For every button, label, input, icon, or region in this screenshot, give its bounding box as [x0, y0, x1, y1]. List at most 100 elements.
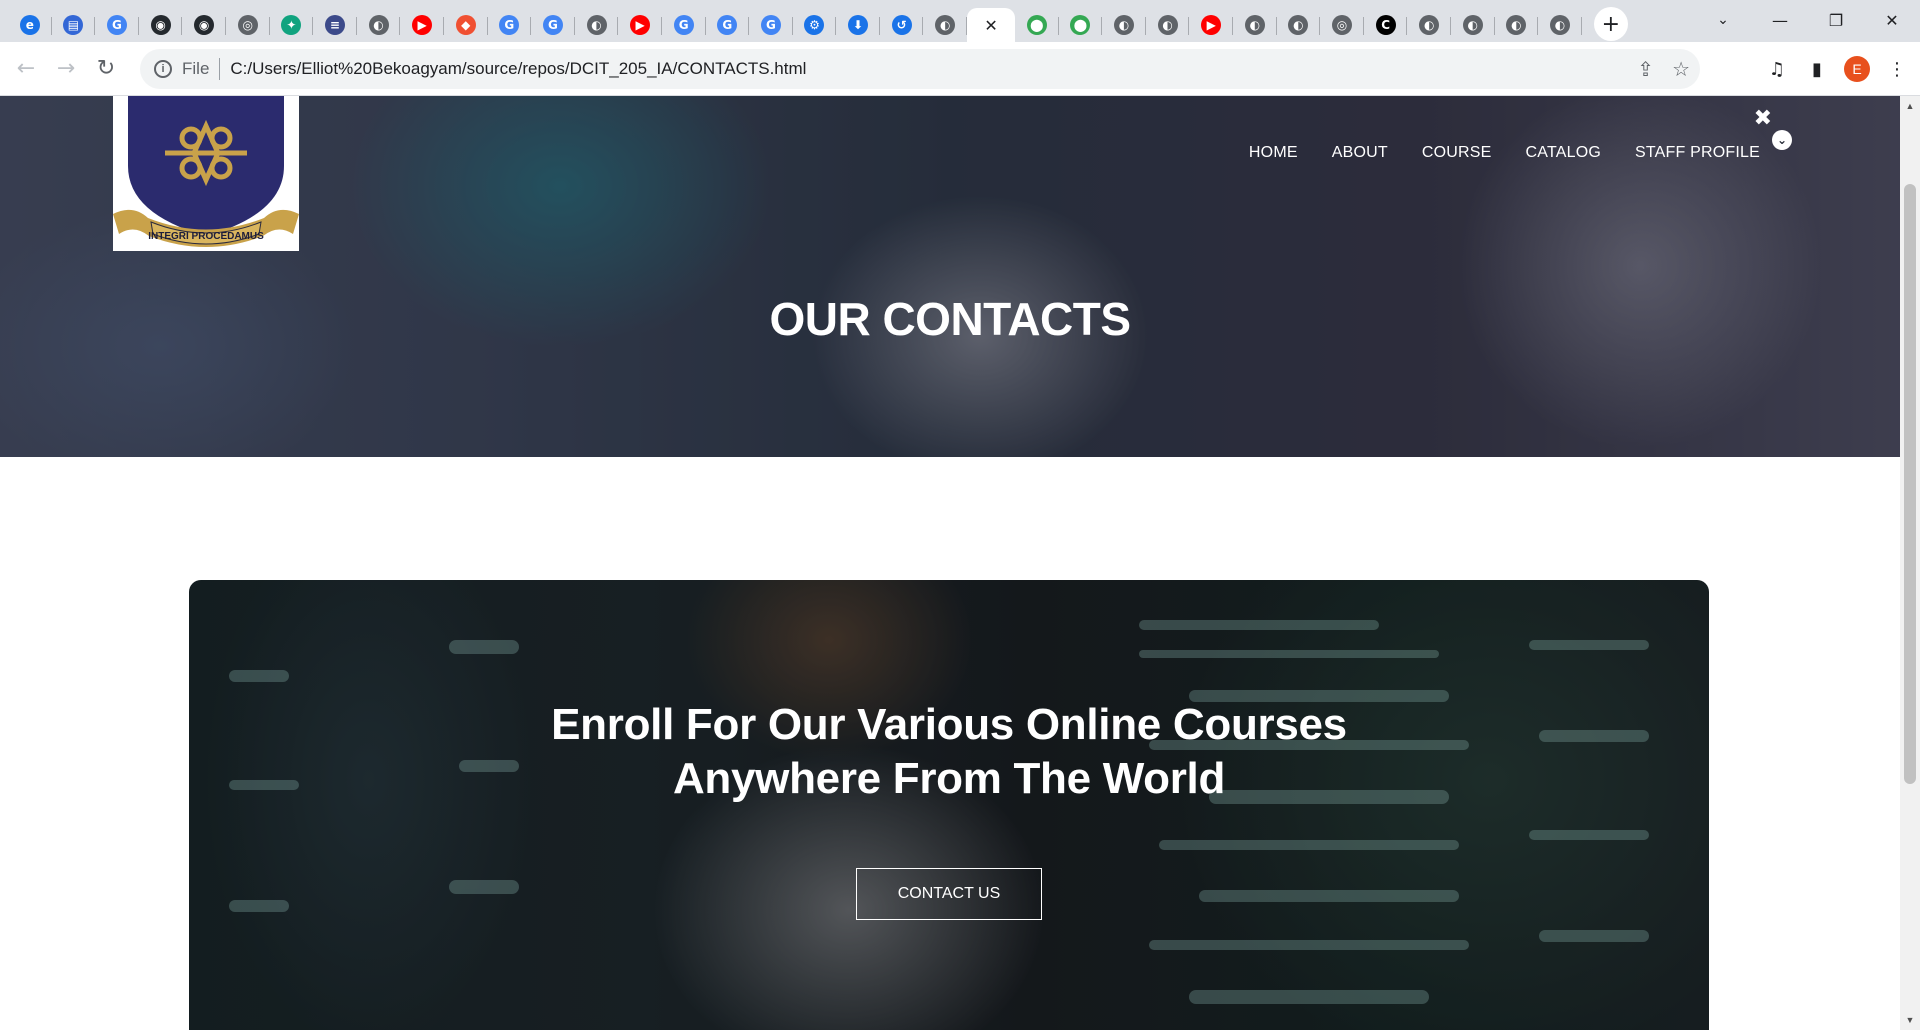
browser-tab[interactable]: ◐ [1102, 8, 1146, 42]
restore-button[interactable]: ❐ [1808, 0, 1864, 40]
settings-icon: ⚙ [804, 15, 825, 35]
globe-icon: ◐ [935, 15, 956, 35]
browser-tab[interactable]: ◐ [357, 8, 401, 42]
browser-tab[interactable]: ◐ [1277, 8, 1321, 42]
globe-icon: ◐ [1114, 15, 1135, 35]
scroll-thumb[interactable] [1904, 184, 1916, 784]
browser-tab[interactable]: ◎ [226, 8, 270, 42]
browser-tab[interactable]: ◉ [139, 8, 183, 42]
edge-icon: e [19, 15, 40, 35]
maps-icon: ⬤ [1070, 15, 1091, 35]
browser-tab[interactable]: ▶ [618, 8, 662, 42]
close-window-button[interactable]: ✕ [1864, 0, 1920, 40]
browser-tab[interactable]: ◐ [1495, 8, 1539, 42]
menu-kebab-icon[interactable]: ⋮ [1884, 56, 1910, 82]
globe-icon: ◐ [368, 15, 389, 35]
promo-title: Enroll For Our Various Online Courses An… [189, 698, 1709, 806]
browser-tab[interactable]: ▶ [1189, 8, 1234, 42]
browser-tab[interactable]: ▶ [400, 8, 444, 42]
promo-title-line-2: Anywhere From The World [672, 754, 1226, 803]
browser-tab[interactable]: ⬤ [1059, 8, 1103, 42]
scroll-up-arrow[interactable]: ▲ [1900, 96, 1920, 116]
contact-us-button[interactable]: CONTACT US [856, 868, 1042, 920]
nav-link-catalog[interactable]: CATALOG [1526, 144, 1602, 162]
reload-button[interactable]: ↻ [86, 49, 126, 89]
browser-tab[interactable]: ◐ [575, 8, 619, 42]
logo-motto: INTEGRI PROCEDAMUS [148, 231, 264, 242]
url-text[interactable]: C:/Users/Elliot%20Bekoagyam/source/repos… [230, 59, 806, 79]
browser-tab[interactable]: ≡ [313, 8, 357, 42]
page-viewport: OUR CONTACTS INTEGRI PROCEDAMUS HOME ABOU… [0, 96, 1900, 1030]
browser-tab[interactable]: G [706, 8, 750, 42]
browser-tab[interactable]: C [1364, 8, 1408, 42]
bookmark-star-icon[interactable]: ☆ [1672, 57, 1690, 81]
browser-tab[interactable]: ✦ [270, 8, 314, 42]
close-tab-icon[interactable]: ✕ [984, 16, 997, 35]
hero-title: OUR CONTACTS [769, 293, 1131, 345]
forward-button[interactable]: → [46, 49, 86, 89]
share-icon[interactable]: ⇪ [1637, 57, 1654, 81]
browser-tab[interactable]: ▤ [52, 8, 96, 42]
google-icon: G [673, 15, 694, 35]
globe-icon: ◐ [1549, 15, 1570, 35]
tab-search-button[interactable]: ⌄ [1700, 0, 1746, 40]
page-scrollbar[interactable]: ▲ ▼ [1900, 96, 1920, 1030]
google-icon: G [106, 15, 127, 35]
crest-icon: INTEGRI PROCEDAMUS [113, 96, 299, 247]
profile-avatar[interactable]: E [1844, 56, 1870, 82]
media-control-icon[interactable]: ♫ [1764, 56, 1790, 82]
browser-tab[interactable]: ⬇ [836, 8, 880, 42]
site-icon: C [1375, 15, 1396, 35]
browser-tab[interactable]: ⬤ [1015, 8, 1059, 42]
browser-tab[interactable]: G [662, 8, 706, 42]
nav-link-home[interactable]: HOME [1249, 144, 1298, 162]
globe-icon: ◐ [1244, 15, 1265, 35]
browser-toolbar: ← → ↻ i File C:/Users/Elliot%20Bekoagyam… [0, 42, 1920, 96]
university-logo[interactable]: INTEGRI PROCEDAMUS [113, 96, 299, 251]
browser-tab[interactable]: ↺ [880, 8, 924, 42]
browser-tab[interactable]: G [95, 8, 139, 42]
minimize-button[interactable]: — [1752, 0, 1808, 40]
globe-icon: ◐ [1157, 15, 1178, 35]
tab-list: e ▤ G ◉ ◉ ◎ ✦ ≡ ◐ ▶ ◆ G G ◐ ▶ G G G ⚙ ⬇ ↺ ◐ ✕ ⬤ ⬤ ◐ ◐ ▶ ◐ ◐ ◎ C ◐ ◐ ◐ ◐ + [0, 0, 1628, 42]
tab-separator [1580, 17, 1582, 35]
back-button[interactable]: ← [6, 49, 46, 89]
browser-tab[interactable]: ◐ [1233, 8, 1277, 42]
address-bar[interactable]: i File C:/Users/Elliot%20Bekoagyam/sourc… [140, 49, 1700, 89]
browser-tab[interactable]: ◐ [1538, 8, 1582, 42]
nav-link-staff-profile[interactable]: STAFF PROFILE [1635, 144, 1760, 162]
browser-tab[interactable]: ◐ [1146, 8, 1190, 42]
browser-tab[interactable]: ◆ [444, 8, 488, 42]
address-divider [219, 58, 221, 80]
google-icon: G [499, 15, 520, 35]
nav-link-course[interactable]: COURSE [1422, 144, 1492, 162]
address-actions: ⇪ ☆ [1637, 49, 1690, 89]
globe-icon: ◐ [1288, 15, 1309, 35]
browser-tab[interactable]: ⚙ [793, 8, 837, 42]
google-icon: G [760, 15, 781, 35]
browser-tab[interactable]: G [488, 8, 532, 42]
browser-tab[interactable]: G [749, 8, 793, 42]
download-icon: ⬇ [848, 15, 869, 35]
info-icon[interactable]: i [154, 60, 172, 78]
browser-tab[interactable]: ◐ [1451, 8, 1495, 42]
nav-close-icon[interactable]: ✖ [1754, 106, 1772, 131]
globe-icon: ◐ [1506, 15, 1527, 35]
browser-tab[interactable]: ◐ [923, 8, 968, 42]
globe-icon: ◐ [1462, 15, 1483, 35]
browser-tab[interactable]: e [8, 8, 52, 42]
youtube-icon: ▶ [1201, 15, 1222, 35]
browser-tab[interactable]: G [531, 8, 575, 42]
browser-tab[interactable]: ◎ [1320, 8, 1364, 42]
side-panel-icon[interactable]: ▮ [1804, 56, 1830, 82]
browser-tab[interactable]: ◐ [1407, 8, 1451, 42]
scheme-label: File [182, 59, 210, 78]
active-tab[interactable]: ✕ [967, 8, 1016, 42]
browser-tab[interactable]: ◉ [182, 8, 226, 42]
new-tab-button[interactable]: + [1593, 7, 1628, 41]
nav-link-about[interactable]: ABOUT [1332, 144, 1388, 162]
google-icon: G [717, 15, 738, 35]
chevron-down-icon[interactable]: ⌄ [1772, 130, 1792, 150]
scroll-down-arrow[interactable]: ▼ [1900, 1010, 1920, 1030]
chrome-icon: ◎ [237, 15, 258, 35]
